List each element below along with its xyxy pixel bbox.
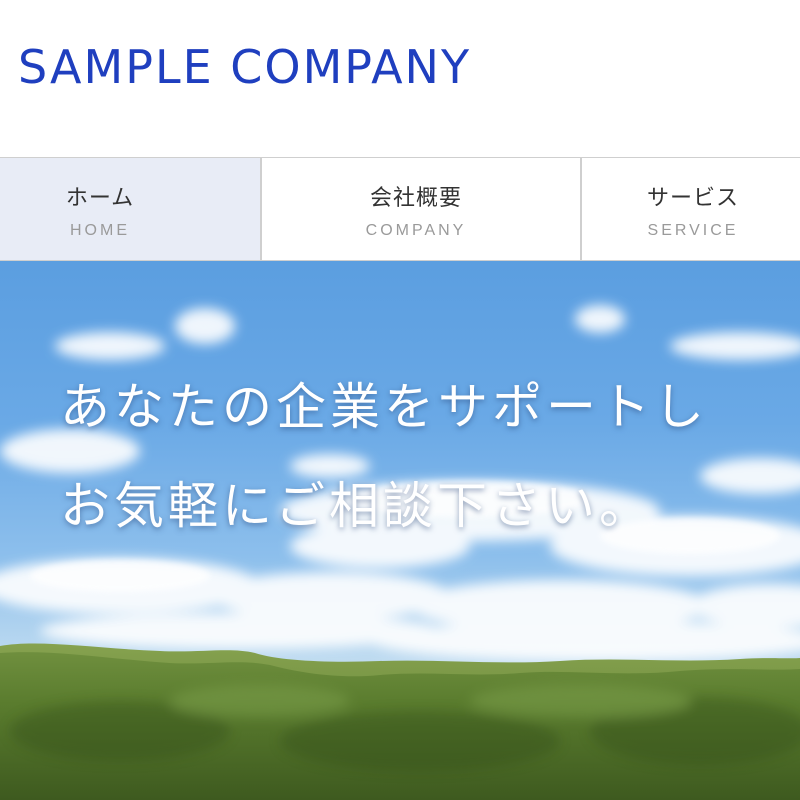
nav-item-label-jp: ホーム bbox=[65, 186, 135, 211]
hero-catchcopy-line1: あなたの企業をサポートし bbox=[60, 378, 708, 436]
hero-banner: あなたの企業をサポートし お気軽にご相談下さい。 bbox=[0, 261, 800, 800]
nav-item-home[interactable]: ホーム HOME bbox=[0, 158, 262, 260]
global-nav: ホーム HOME 会社概要 COMPANY サービス SERVICE bbox=[0, 157, 800, 261]
nav-item-label-en: HOME bbox=[70, 222, 130, 239]
hero-catchcopy-line2: お気軽にご相談下さい。 bbox=[60, 477, 653, 535]
site-header: SAMPLE COMPANY bbox=[0, 0, 800, 157]
nav-item-service[interactable]: サービス SERVICE bbox=[582, 158, 800, 260]
nav-item-label-jp: サービス bbox=[646, 186, 739, 211]
site-logo[interactable]: SAMPLE COMPANY bbox=[18, 44, 471, 90]
nav-item-label-en: SERVICE bbox=[647, 222, 739, 239]
